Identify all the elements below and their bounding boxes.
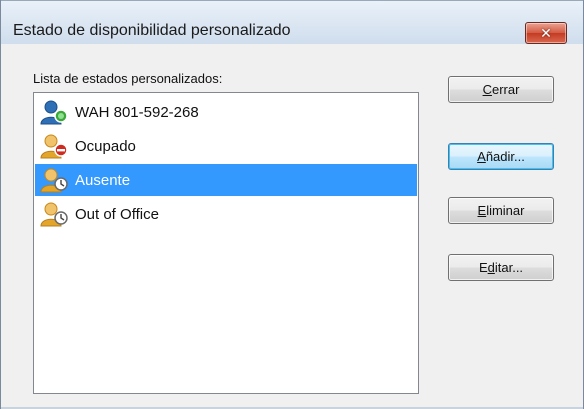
edit-button[interactable]: Editar... bbox=[448, 254, 554, 281]
list-item-out-of-office[interactable]: Out of Office bbox=[35, 198, 417, 230]
delete-button-label: Eliminar bbox=[477, 203, 525, 218]
close-window-button[interactable]: ✕ bbox=[525, 22, 567, 44]
busy-presence-icon bbox=[39, 132, 69, 160]
title-bar[interactable]: Estado de disponibilidad personalizado ✕ bbox=[1, 0, 583, 44]
dialog-window: Estado de disponibilidad personalizado ✕… bbox=[0, 0, 584, 409]
away-presence-icon bbox=[39, 166, 69, 194]
list-item-label: Ocupado bbox=[75, 137, 136, 155]
delete-button[interactable]: Eliminar bbox=[448, 197, 554, 224]
close-button-label: Cerrar bbox=[482, 82, 520, 97]
list-item-ocupado[interactable]: Ocupado bbox=[35, 130, 417, 162]
list-item-label: Out of Office bbox=[75, 205, 159, 223]
window-title: Estado de disponibilidad personalizado bbox=[13, 22, 291, 39]
close-icon: ✕ bbox=[540, 24, 552, 41]
close-button[interactable]: Cerrar bbox=[448, 76, 554, 103]
list-item-wah[interactable]: WAH 801-592-268 bbox=[35, 96, 417, 128]
add-button-label: Añadir... bbox=[477, 149, 525, 164]
custom-status-list[interactable]: WAH 801-592-268 Ocupado Ausente Out of O… bbox=[33, 92, 419, 394]
add-button[interactable]: Añadir... bbox=[448, 143, 554, 170]
status-list-label: Lista de estados personalizados: bbox=[33, 71, 223, 86]
list-item-label: Ausente bbox=[75, 171, 131, 189]
available-presence-icon bbox=[39, 98, 69, 126]
away-presence-icon bbox=[39, 200, 69, 228]
edit-button-label: Editar... bbox=[478, 260, 524, 275]
list-item-label: WAH 801-592-268 bbox=[75, 103, 199, 121]
list-item-ausente[interactable]: Ausente bbox=[35, 164, 417, 196]
